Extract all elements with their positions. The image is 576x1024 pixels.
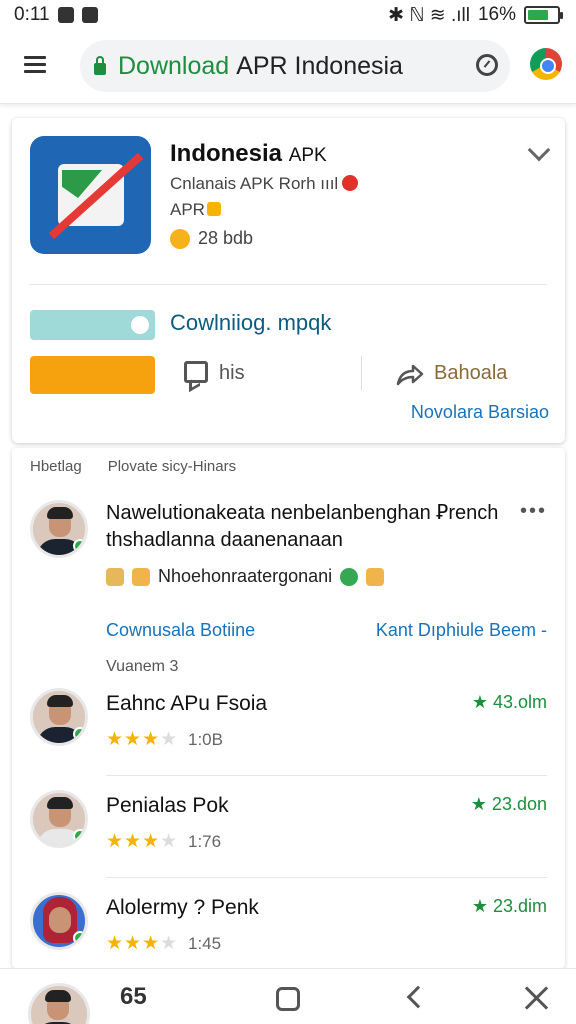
badge-icon [206,202,221,216]
status-time: 0:11 [14,4,50,25]
app-icon[interactable] [30,136,151,254]
avatar[interactable] [28,983,90,1024]
back-icon[interactable] [406,985,430,1009]
comment-icon[interactable] [184,361,208,383]
browser-toolbar: Download APR Indonesia [0,30,576,104]
divider [30,284,547,285]
download-status: Cowlniiog. mpqk [170,310,332,335]
list-item[interactable]: Eahnc APu Fsoia ★★★★ 1:0B ★ 43.olm [12,676,565,776]
close-icon[interactable] [524,985,548,1009]
status-icons: ✱ ℕ ≋ .ıll [388,4,470,26]
avatar [30,790,88,848]
app-developer: Cnlanais APK Rorh ıııl [170,174,359,194]
more-options-icon[interactable]: ••• [520,500,547,523]
download-progress-bar [30,310,155,340]
profile-avatar[interactable] [530,48,562,80]
chevron-down-icon[interactable] [527,138,551,162]
tab-count[interactable]: 65 [120,983,147,1011]
home-icon[interactable] [276,987,300,1011]
url-prefix: Download [118,51,230,80]
avatar [30,688,88,746]
heart-icon [342,175,359,191]
app-category: APR [170,200,221,220]
app-rating: 28 bdb [170,228,253,249]
battery-percent: 16% [477,4,516,25]
review-name: Eahnc APu Fsoia [106,692,268,715]
music-icon [131,316,149,334]
address-bar[interactable]: Download APR Indonesia [80,40,510,92]
install-button[interactable] [30,356,155,394]
hand-icon [366,567,385,586]
app-notification-icon [81,7,98,23]
smiley-icon [170,228,190,249]
divider [361,356,362,390]
share-icon[interactable] [396,364,424,386]
section-header: Hbetlag Plovate sicy-Hinars [30,458,237,475]
status-bar: 0:11 ✱ ℕ ≋ .ıll 16% [0,0,576,30]
notification-icon [57,7,74,23]
review-reactions: Nhoehonraatergonani [106,566,385,587]
star-rating: ★★★★ [106,729,179,750]
divider [106,877,547,878]
star-rating: ★★★★ [106,831,179,852]
battery-icon [524,6,563,24]
url-text: APR Indonesia [236,51,403,80]
review-score: ★ 23.don [470,794,547,814]
menu-icon[interactable] [24,56,46,74]
star-rating: ★★★★ [106,933,179,954]
share-button-label[interactable]: Bahoala [434,362,507,385]
lock-icon [94,55,106,75]
more-versions-link[interactable]: Novolara Barsiao [411,402,549,423]
reviews-section: Hbetlag Plovate sicy-Hinars Nawelutionake… [12,448,565,968]
emoji-icon [340,567,359,586]
review-time: 1:76 [188,832,222,851]
featured-review-text: Nawelutionakeata nenbelanbenghan Ꝑrench … [106,502,499,551]
download-link[interactable]: Cownusala Botiine [106,620,255,641]
reload-icon[interactable] [476,54,498,76]
see-more-link[interactable]: Kant Dıphiule Beem - [376,620,547,641]
app-title: Indonesia APK [170,140,327,167]
review-time: 1:0B [188,730,223,749]
review-score: ★ 43.olm [471,692,547,712]
bottom-navigation: 65 [0,968,576,1024]
review-name: Penialas Pok [106,794,229,817]
cookie-icon [106,567,124,586]
review-count: Vuanem 3 [106,658,179,675]
avatar [30,892,88,950]
comment-button-label[interactable]: his [219,362,245,385]
divider [106,775,547,776]
review-name: Alolermy ? Penk [106,896,259,919]
review-score: ★ 23.dim [471,896,547,916]
review-time: 1:45 [188,934,222,953]
avatar[interactable] [30,500,88,558]
list-item[interactable]: Alolermy ? Penk ★★★★ 1:45 ★ 23.dim [12,880,565,980]
app-card: Indonesia APK Cnlanais APK Rorh ıııl APR… [12,118,565,443]
hand-icon [132,567,150,586]
list-item[interactable]: Penialas Pok ★★★★ 1:76 ★ 23.don [12,778,565,878]
